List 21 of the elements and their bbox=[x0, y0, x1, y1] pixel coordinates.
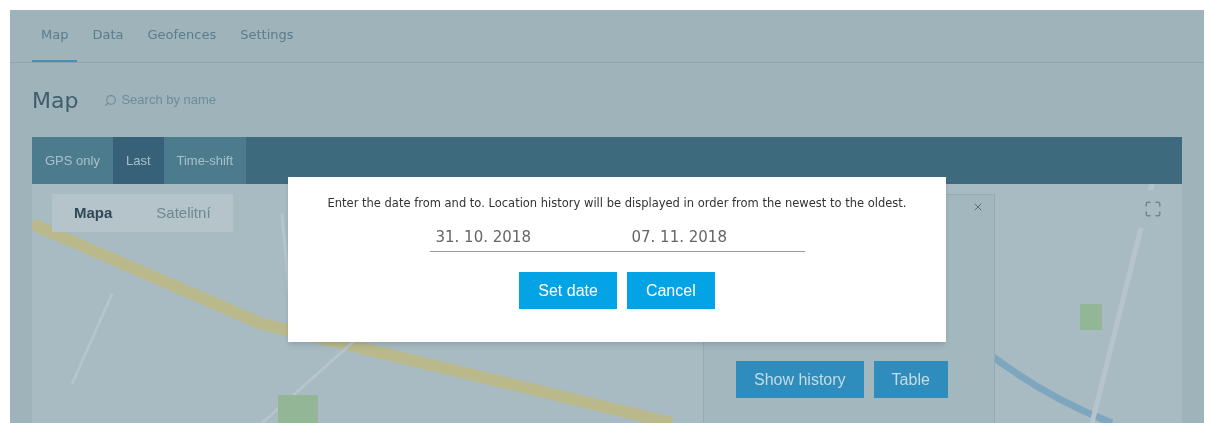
close-icon bbox=[972, 201, 984, 213]
popup-button[interactable]: Show history bbox=[736, 361, 864, 398]
page-title: Map bbox=[32, 86, 79, 115]
dialog-button[interactable]: Cancel bbox=[626, 272, 715, 310]
mode-button[interactable]: Time-shift bbox=[163, 137, 247, 184]
tab[interactable]: Map bbox=[32, 10, 78, 62]
search-icon bbox=[104, 93, 118, 107]
date-from-field[interactable]: 31. 10. 2018 bbox=[435, 225, 536, 248]
dialog-button[interactable]: Set date bbox=[519, 272, 617, 310]
popup-button[interactable]: Table bbox=[873, 361, 948, 398]
map-type-button[interactable]: Satelitní bbox=[134, 194, 233, 232]
map-type-button[interactable]: Mapa bbox=[52, 194, 135, 232]
tab[interactable]: Settings bbox=[231, 10, 303, 62]
date-to-field[interactable]: 07. 11. 2018 bbox=[631, 225, 732, 248]
close-button[interactable] bbox=[972, 201, 984, 213]
dialog-message: Enter the date from and to. Location history will be displayed in order from the newest to the oldest. bbox=[327, 195, 907, 212]
mode-button[interactable]: GPS only bbox=[32, 137, 113, 184]
fullscreen-icon bbox=[1144, 200, 1162, 218]
tab[interactable]: Data bbox=[83, 10, 133, 62]
tab[interactable]: Geofences bbox=[138, 10, 226, 62]
mode-button[interactable]: Last bbox=[112, 137, 164, 184]
